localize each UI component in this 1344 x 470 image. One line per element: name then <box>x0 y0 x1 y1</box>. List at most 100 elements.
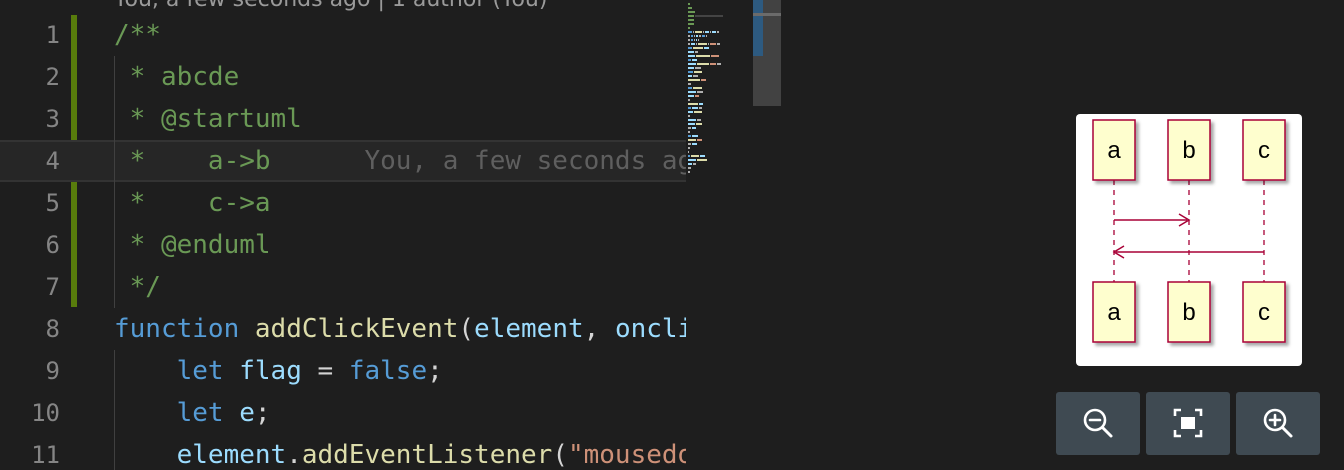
minimap-token <box>692 143 697 145</box>
minimap-token <box>692 127 696 129</box>
line-number[interactable]: 11 <box>0 434 60 470</box>
minimap[interactable] <box>686 0 753 470</box>
code-line[interactable]: 8 function addClickEvent(element, onclick… <box>0 308 686 350</box>
minimap-token <box>696 35 698 37</box>
minimap-token <box>711 55 719 57</box>
code-line-current[interactable]: 4 * a->b You, a few seconds ago • Uncomm… <box>0 140 686 182</box>
minimap-token <box>688 147 690 149</box>
code-text[interactable]: let e; <box>114 392 271 434</box>
code-line[interactable]: 1 /** <box>0 14 686 56</box>
code-line[interactable]: 6 * @enduml <box>0 224 686 266</box>
line-number[interactable]: 1 <box>0 14 60 56</box>
minimap-token <box>688 39 690 41</box>
participant-label-a: a <box>1107 137 1121 164</box>
code-text[interactable]: * @startuml <box>114 98 302 140</box>
code-text[interactable]: element.addEventListener("mousedown", ..… <box>114 434 686 470</box>
code-text[interactable]: /** <box>114 14 161 56</box>
code-text[interactable]: let flag = false; <box>114 350 443 392</box>
code-editor[interactable]: You, a few seconds ago | 1 author (You) … <box>0 0 686 470</box>
minimap-token <box>688 19 694 21</box>
minimap-token <box>688 155 690 157</box>
code-token: ; <box>254 398 271 428</box>
minimap-token <box>688 55 695 57</box>
minimap-token <box>688 131 690 133</box>
code-token: */ <box>114 272 161 302</box>
code-token: function <box>114 314 240 344</box>
code-token: false <box>348 356 428 386</box>
code-text[interactable]: function addClickEvent(element, onclick)… <box>114 308 686 350</box>
minimap-token <box>695 15 723 17</box>
line-number[interactable]: 3 <box>0 98 60 140</box>
vertical-scrollbar[interactable] <box>753 0 781 470</box>
minimap-token <box>710 31 711 33</box>
minimap-token <box>688 111 693 113</box>
minimap-token <box>692 107 698 109</box>
minimap-token <box>695 95 699 97</box>
scrollbar-modified-marker <box>753 0 763 56</box>
code-line[interactable]: 10 let e; <box>0 392 686 434</box>
code-line[interactable]: 3 * @startuml <box>0 98 686 140</box>
minimap-token <box>694 35 695 37</box>
code-token: "mousedown" <box>567 440 686 470</box>
zoom-out-button[interactable] <box>1056 392 1140 455</box>
code-text[interactable]: * @enduml <box>114 224 271 266</box>
minimap-token <box>695 67 701 69</box>
minimap-token <box>692 59 697 61</box>
participant-label-b: b <box>1182 137 1195 164</box>
line-number[interactable]: 2 <box>0 56 60 98</box>
code-token: = <box>301 356 349 386</box>
participant-label-c: c <box>1258 137 1270 164</box>
minimap-token <box>688 79 700 81</box>
code-text[interactable]: */ <box>114 266 161 308</box>
code-line[interactable]: 2 * abcde <box>0 56 686 98</box>
minimap-token <box>688 3 690 5</box>
code-text[interactable]: * c->a <box>114 182 271 224</box>
minimap-token <box>695 51 698 53</box>
participant-label-c: c <box>1258 299 1270 326</box>
minimap-token <box>688 43 690 45</box>
minimap-token <box>688 63 696 65</box>
code-line[interactable]: 9 let flag = false; <box>0 350 686 392</box>
minimap-token <box>688 139 696 141</box>
code-text[interactable]: * a->b You, a few seconds ago • Uncommit… <box>114 140 686 182</box>
minimap-token <box>701 79 706 81</box>
code-text[interactable]: * abcde <box>114 56 240 98</box>
code-line[interactable]: 5 * c->a <box>0 182 686 224</box>
minimap-token <box>695 31 702 33</box>
minimap-token <box>712 31 716 33</box>
minimap-token <box>688 159 696 161</box>
code-token: element <box>176 440 287 470</box>
line-number[interactable]: 7 <box>0 266 60 308</box>
line-number[interactable]: 5 <box>0 182 60 224</box>
zoom-in-button[interactable] <box>1236 392 1320 455</box>
minimap-token <box>688 95 694 97</box>
code-token: , <box>583 314 615 344</box>
minimap-token <box>694 111 702 113</box>
minimap-token <box>697 91 703 93</box>
line-number[interactable]: 9 <box>0 350 60 392</box>
code-token: onclick <box>614 314 686 344</box>
code-token: * a->b <box>114 146 271 176</box>
minimap-token <box>688 91 696 93</box>
minimap-token <box>698 39 699 41</box>
zoom-out-icon <box>1083 408 1113 438</box>
minimap-token <box>700 155 705 157</box>
minimap-token <box>688 171 690 173</box>
line-number[interactable]: 10 <box>0 392 60 434</box>
line-number[interactable]: 6 <box>0 224 60 266</box>
codelens-blame-header[interactable]: You, a few seconds ago | 1 author (You) <box>114 0 547 12</box>
fit-to-screen-button[interactable] <box>1146 392 1230 455</box>
minimap-token <box>692 135 698 137</box>
line-number[interactable]: 4 <box>0 140 60 182</box>
minimap-token <box>691 155 699 157</box>
minimap-token <box>688 59 691 61</box>
inline-blame-annotation: You, a few seconds ago • Uncommitted cha… <box>364 146 686 176</box>
code-line[interactable]: 7 */ <box>0 266 686 308</box>
minimap-token <box>688 11 695 13</box>
code-line[interactable]: 11 element.addEventListener("mousedown",… <box>0 434 686 470</box>
line-number[interactable]: 8 <box>0 308 60 350</box>
minimap-token <box>688 87 692 89</box>
minimap-token <box>697 139 702 141</box>
